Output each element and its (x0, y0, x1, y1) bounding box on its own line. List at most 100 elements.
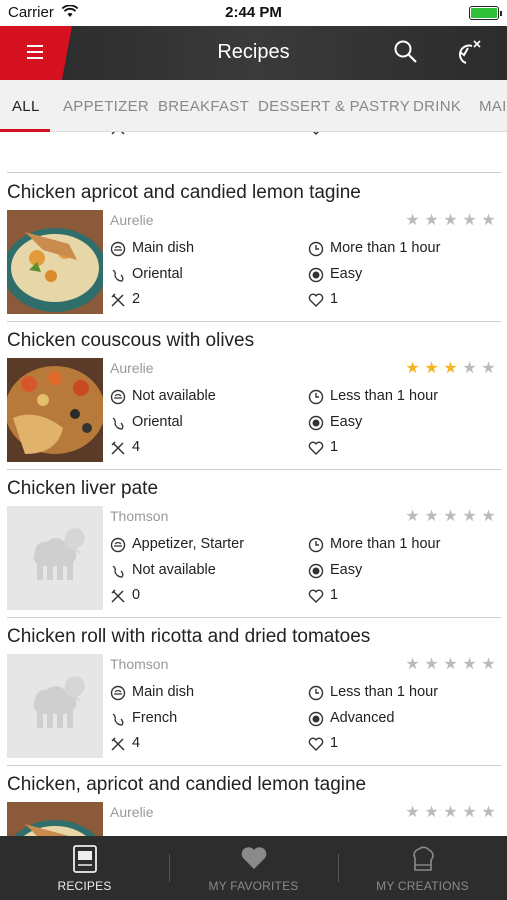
recipe-author: Aurelie (110, 804, 154, 820)
recipe-author: Aurelie (110, 212, 154, 228)
rating-stars: ★ ★ ★ ★ ★ (405, 360, 496, 377)
recipe-card[interactable]: Chicken apricot and candied lemon tagine… (0, 174, 507, 322)
tab-recipes[interactable]: RECIPES (0, 836, 169, 900)
recipe-placeholder-image (7, 506, 103, 610)
recipe-time: More than 1 hour (330, 536, 441, 552)
recipe-cuisine: Oriental (132, 266, 183, 282)
page-title: Recipes (217, 41, 290, 63)
recipe-cuisine: Not available (132, 562, 216, 578)
recipe-author: Aurelie (110, 360, 154, 376)
likes-count: 1 (330, 291, 339, 307)
search-icon[interactable] (393, 39, 419, 65)
chef-hat-placeholder-icon (7, 506, 103, 610)
recipe-course: Not available (132, 388, 216, 404)
clock-icon (308, 389, 324, 405)
timer-icon[interactable] (452, 38, 484, 66)
recipe-card[interactable]: Chicken, apricot and candied lemon tagin… (0, 766, 507, 836)
utensils-icon (111, 441, 125, 455)
cuisine-icon (112, 269, 124, 282)
rating-stars: ★ ★ ★ ★ ★ (405, 804, 496, 821)
clock-icon (308, 685, 324, 701)
utensils-icon (111, 737, 125, 751)
dish-icon (110, 537, 126, 553)
dish-icon (110, 685, 126, 701)
app-header: Recipes (0, 26, 507, 80)
recipe-cuisine: Oriental (132, 414, 183, 430)
recipe-photo (7, 210, 103, 314)
recipe-card[interactable]: Chicken couscous with olives Aurelie ★ ★ ★… (0, 322, 507, 470)
servings-count: 2 (132, 132, 140, 135)
clock-icon (308, 241, 324, 257)
utensils-icon (111, 293, 125, 307)
tab-drink[interactable]: DRINK (413, 98, 461, 115)
dish-icon (110, 389, 126, 405)
heart-outline-icon (308, 441, 324, 455)
chef-hat-icon (413, 846, 434, 871)
recipe-difficulty: Easy (330, 266, 363, 282)
heart-outline-icon (313, 132, 319, 135)
recipe-photo (7, 802, 103, 836)
recipe-course: Main dish (132, 240, 195, 256)
recipe-card[interactable]: Chicken roll with ricotta and dried toma… (0, 618, 507, 766)
likes-count: 1 (330, 735, 339, 751)
recipe-card[interactable]: Chicken liver pate Thomson ★ ★ ★ ★ ★ Appetiz… (0, 470, 507, 618)
cuisine-icon (112, 565, 124, 578)
tab-appetizer[interactable]: APPETIZER (63, 98, 149, 115)
recipe-time: More than 1 hour (330, 240, 441, 256)
tab-breakfast[interactable]: BREAKFAST (158, 98, 249, 115)
difficulty-icon (308, 711, 324, 727)
tab-my-creations[interactable]: MY CREATIONS (338, 836, 507, 900)
status-time: 2:44 PM (225, 4, 282, 21)
recipe-name: Chicken couscous with olives (7, 330, 255, 351)
category-tabs: ALL APPETIZER BREAKFAST DESSERT & PASTRY… (0, 80, 507, 132)
tab-label: MY FAVORITES (208, 879, 299, 893)
servings-count: 0 (132, 587, 141, 603)
rating-stars: ★ ★ ★ ★ ★ (405, 212, 496, 229)
divider (7, 172, 501, 173)
tab-main[interactable]: MAI (479, 98, 507, 115)
recipe-cuisine: French (132, 710, 178, 726)
tab-my-favorites[interactable]: MY FAVORITES (169, 836, 338, 900)
recipe-book-icon (73, 845, 97, 873)
battery-icon (469, 6, 502, 20)
recipe-time: Less than 1 hour (330, 388, 439, 404)
rating-stars: ★ ★ ★ ★ ★ (405, 508, 496, 525)
recipe-author: Thomson (110, 656, 169, 672)
recipe-placeholder-image (7, 654, 103, 758)
tab-all[interactable]: ALL (12, 98, 40, 115)
cuisine-icon (112, 417, 124, 430)
recipe-author: Thomson (110, 508, 169, 524)
recipe-course: Main dish (132, 684, 195, 700)
recipe-photo (7, 358, 103, 462)
difficulty-icon (308, 563, 324, 579)
likes-count: 1 (330, 132, 338, 135)
recipe-card-partial[interactable]: 2 1 (0, 132, 507, 148)
recipe-difficulty: Easy (330, 414, 363, 430)
bottom-tab-bar: RECIPES MY FAVORITES MY CREATIONS (0, 836, 507, 900)
recipe-name: Chicken apricot and candied lemon tagine (7, 182, 361, 203)
utensils-icon (111, 589, 125, 603)
tab-label: RECIPES (57, 879, 112, 893)
heart-outline-icon (308, 293, 324, 307)
recipe-list[interactable]: 2 1 Chicken apricot and candied lemon ta… (0, 132, 507, 836)
recipe-course: Appetizer, Starter (132, 536, 245, 552)
tab-dessert-pastry[interactable]: DESSERT & PASTRY (258, 98, 410, 115)
recipe-difficulty: Easy (330, 562, 363, 578)
recipe-name: Chicken, apricot and candied lemon tagin… (7, 774, 367, 795)
dish-icon (110, 241, 126, 257)
recipe-difficulty: Advanced (330, 710, 395, 726)
servings-count: 2 (132, 291, 141, 307)
tab-label: MY CREATIONS (376, 879, 469, 893)
heart-outline-icon (308, 737, 324, 751)
recipe-name: Chicken liver pate (7, 478, 159, 499)
likes-count: 1 (330, 587, 339, 603)
recipe-time: Less than 1 hour (330, 684, 439, 700)
heart-outline-icon (308, 589, 324, 603)
recipe-name: Chicken roll with ricotta and dried toma… (7, 626, 371, 647)
status-bar: Carrier 2:44 PM (0, 0, 507, 26)
likes-count: 1 (330, 439, 339, 455)
rating-stars: ★ ★ ★ ★ ★ (405, 656, 496, 673)
clock-icon (308, 537, 324, 553)
servings-count: 4 (132, 439, 141, 455)
servings-count: 4 (132, 735, 141, 751)
